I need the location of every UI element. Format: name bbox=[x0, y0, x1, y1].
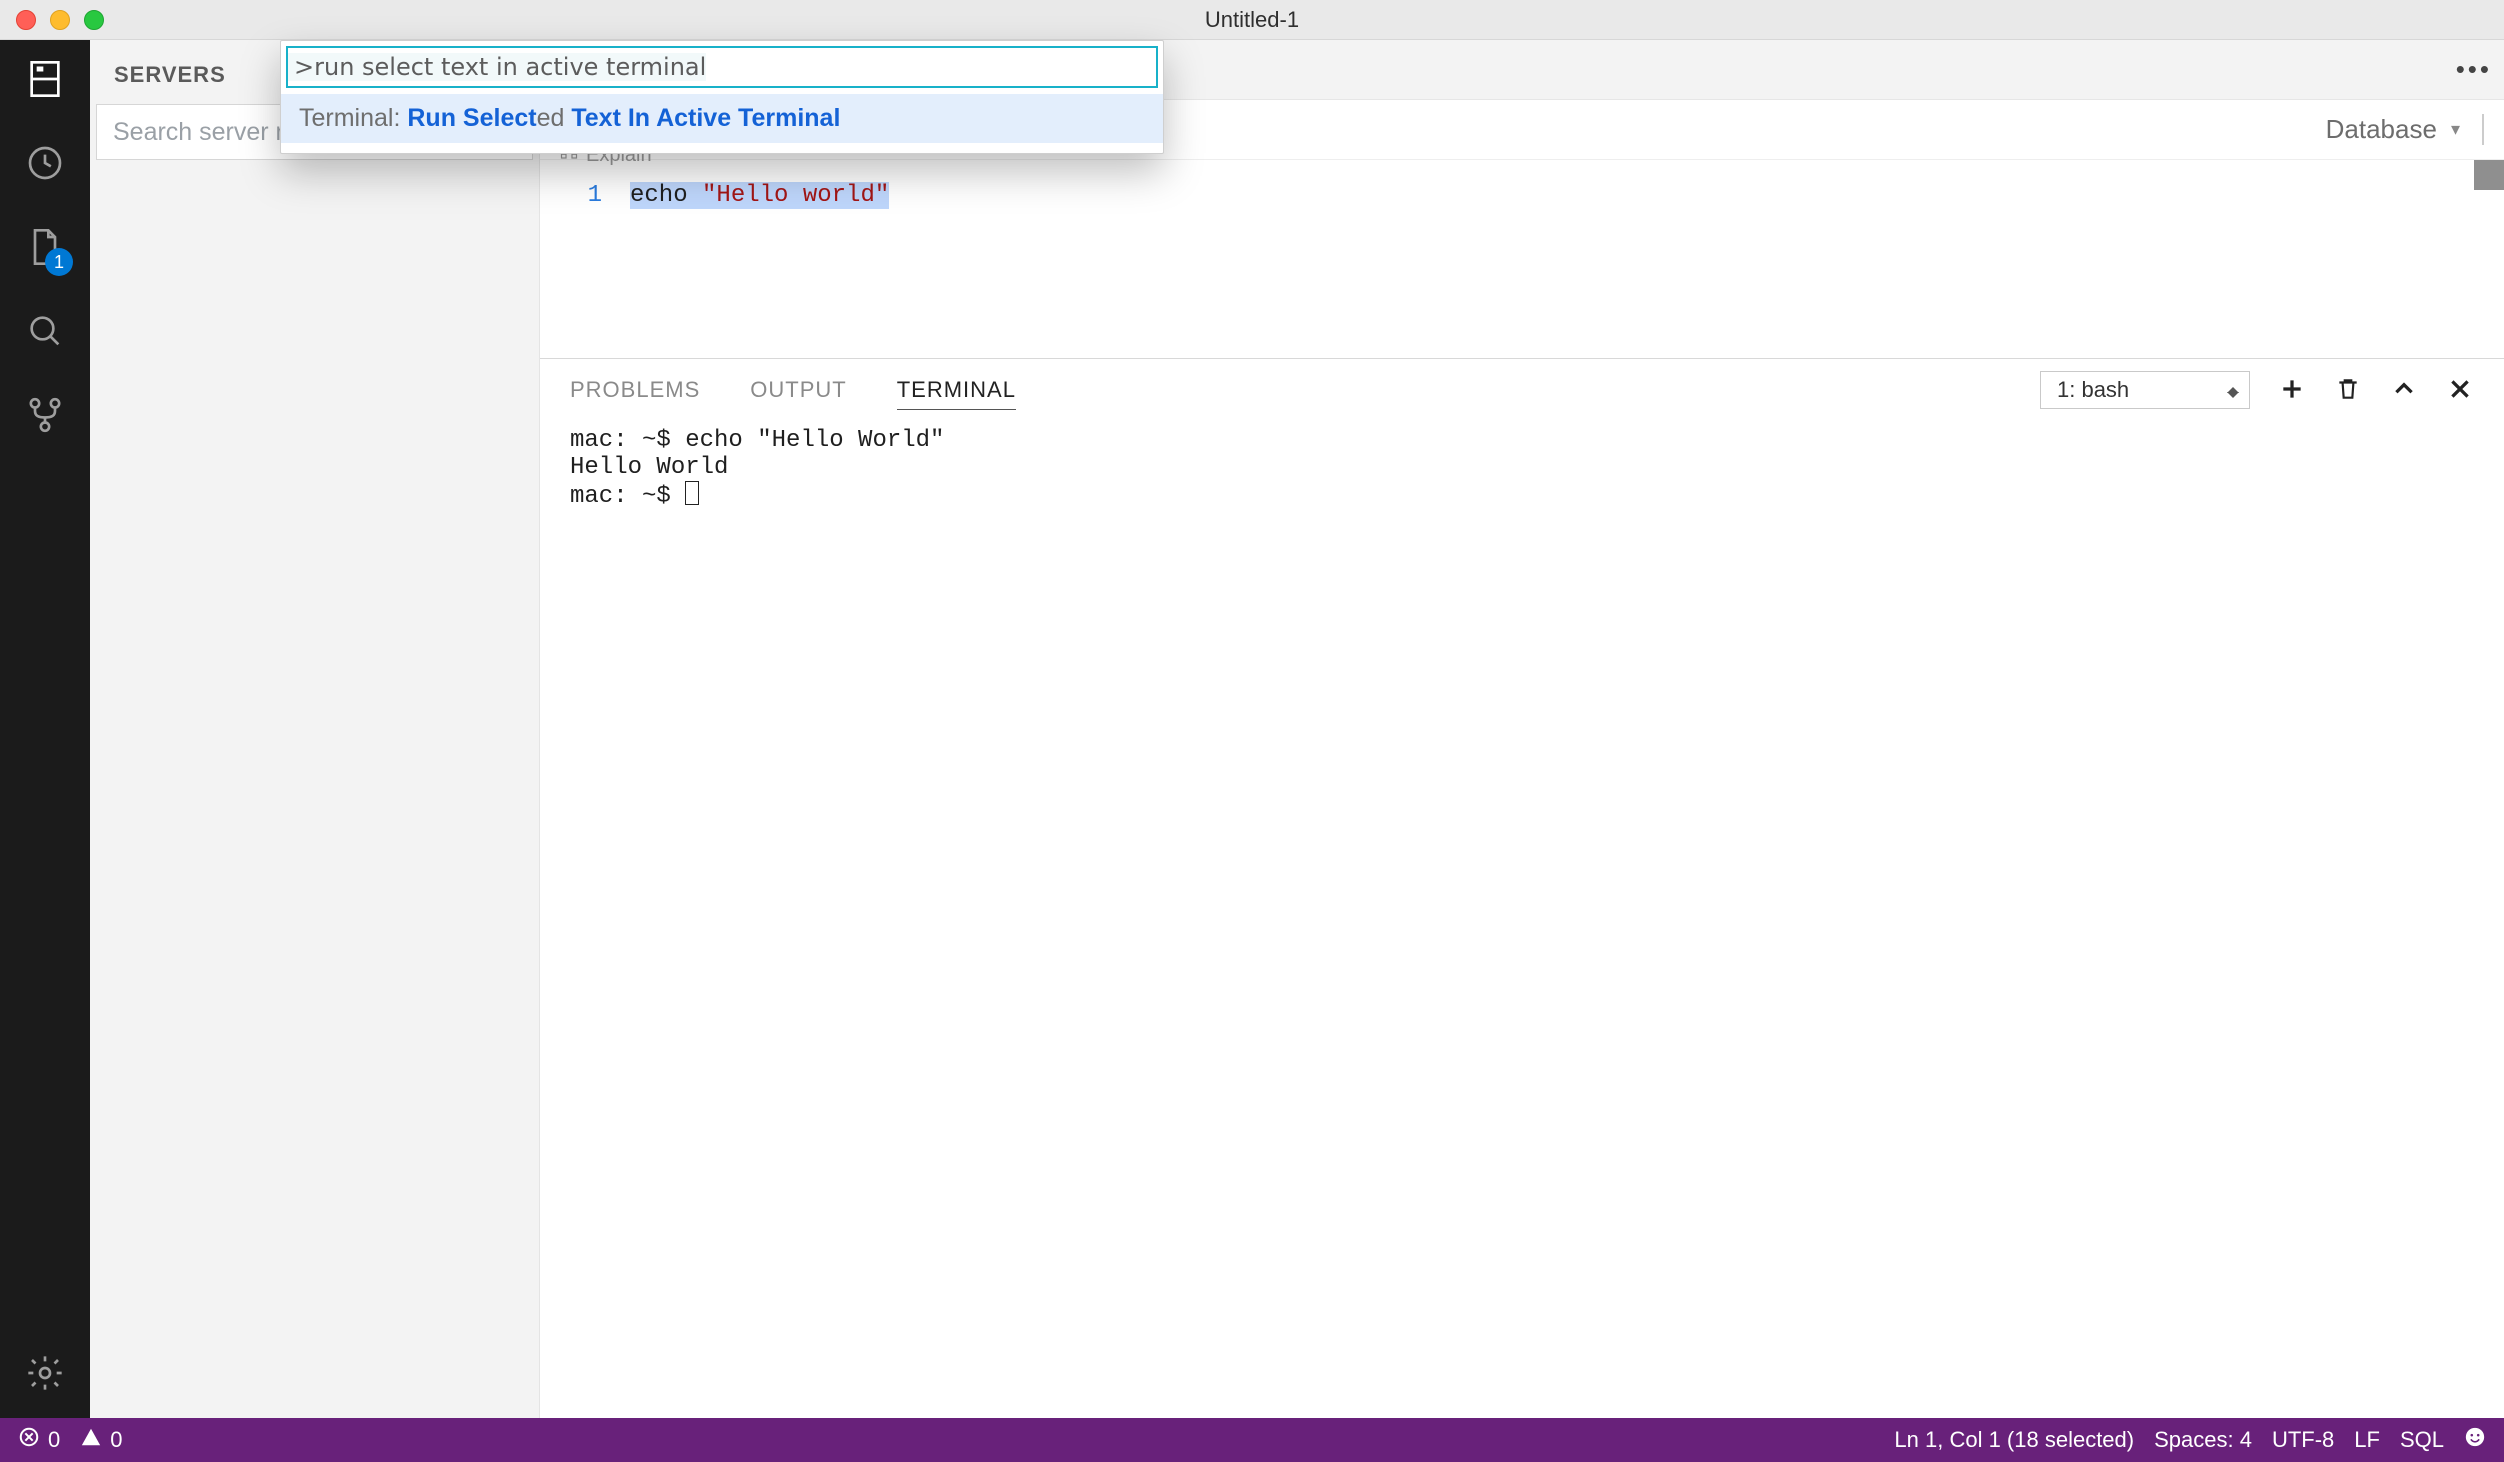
status-errors-count: 0 bbox=[48, 1427, 60, 1453]
minimap-viewport[interactable] bbox=[2474, 160, 2504, 190]
command-palette: >run select text in active terminal Term… bbox=[280, 40, 1164, 154]
gear-icon bbox=[25, 1353, 65, 1396]
code-body[interactable]: 1 echo "Hello world" bbox=[540, 160, 2504, 358]
server-icon bbox=[25, 59, 65, 102]
status-eol[interactable]: LF bbox=[2354, 1427, 2380, 1453]
command-palette-query: >run select text in active terminal bbox=[288, 53, 706, 81]
command-palette-item[interactable]: Terminal: Run Selected Text In Active Te… bbox=[281, 94, 1163, 143]
palette-item-prefix: Terminal: bbox=[299, 104, 407, 132]
code-text: echo "Hello world" bbox=[630, 182, 889, 209]
status-indent[interactable]: Spaces: 4 bbox=[2154, 1427, 2252, 1453]
error-icon bbox=[18, 1426, 40, 1454]
kill-terminal-button[interactable] bbox=[2334, 376, 2362, 404]
terminal-select[interactable]: 1: bash bbox=[2040, 371, 2250, 409]
close-panel-button[interactable] bbox=[2446, 376, 2474, 404]
terminal-output: mac: ~$ echo "Hello World" Hello World m… bbox=[570, 427, 944, 510]
terminal-select-label: 1: bash bbox=[2057, 377, 2129, 402]
terminal-actions: 1: bash bbox=[2040, 371, 2474, 409]
close-window-button[interactable] bbox=[16, 10, 36, 30]
command-palette-input[interactable]: >run select text in active terminal bbox=[286, 46, 1158, 88]
activity-history[interactable] bbox=[23, 142, 67, 186]
window-title: Untitled-1 bbox=[0, 7, 2504, 33]
status-language[interactable]: SQL bbox=[2400, 1427, 2444, 1453]
search-icon bbox=[25, 311, 65, 354]
main-row: 1 bbox=[0, 40, 2504, 1418]
activity-settings[interactable] bbox=[23, 1352, 67, 1396]
chevron-down-icon: ▾ bbox=[2451, 119, 2460, 140]
status-feedback[interactable] bbox=[2464, 1426, 2486, 1454]
tab-terminal[interactable]: TERMINAL bbox=[897, 371, 1016, 410]
title-bar: Untitled-1 bbox=[0, 0, 2504, 40]
lower-panel: PROBLEMS OUTPUT TERMINAL 1: bash bbox=[540, 358, 2504, 1418]
terminal-body[interactable]: mac: ~$ echo "Hello World" Hello World m… bbox=[540, 421, 2504, 1418]
clock-icon bbox=[25, 143, 65, 186]
database-picker[interactable]: Database ▾ bbox=[2326, 114, 2484, 145]
activity-bar: 1 bbox=[0, 40, 90, 1418]
code-line-1: 1 echo "Hello world" bbox=[540, 182, 2504, 209]
editor-area: ••• Database ▾ Explain 1 echo "Hello wor… bbox=[540, 40, 2504, 1418]
branch-icon bbox=[25, 395, 65, 438]
minimize-window-button[interactable] bbox=[50, 10, 70, 30]
status-warnings[interactable]: 0 bbox=[80, 1426, 122, 1454]
terminal-cursor bbox=[685, 481, 699, 505]
palette-item-mid: ed bbox=[537, 104, 572, 132]
activity-servers[interactable] bbox=[23, 58, 67, 102]
trash-icon bbox=[2335, 376, 2361, 405]
activity-search[interactable] bbox=[23, 310, 67, 354]
close-icon bbox=[2447, 376, 2473, 405]
activity-files[interactable]: 1 bbox=[23, 226, 67, 270]
tab-problems[interactable]: PROBLEMS bbox=[570, 371, 700, 409]
zoom-window-button[interactable] bbox=[84, 10, 104, 30]
editor-more-actions[interactable]: ••• bbox=[2456, 54, 2492, 85]
command-palette-results: Terminal: Run Selected Text In Active Te… bbox=[281, 88, 1163, 153]
status-selection[interactable]: Ln 1, Col 1 (18 selected) bbox=[1894, 1427, 2134, 1453]
activity-source-control[interactable] bbox=[23, 394, 67, 438]
tab-output[interactable]: OUTPUT bbox=[750, 371, 846, 409]
chevron-up-icon bbox=[2391, 376, 2417, 405]
plus-icon bbox=[2279, 376, 2305, 405]
line-number: 1 bbox=[540, 182, 630, 209]
maximize-panel-button[interactable] bbox=[2390, 376, 2418, 404]
palette-item-hl1: Run Select bbox=[407, 104, 536, 132]
smiley-icon bbox=[2464, 1426, 2486, 1454]
side-panel: SERVERS bbox=[90, 40, 540, 1418]
status-encoding[interactable]: UTF-8 bbox=[2272, 1427, 2334, 1453]
status-bar: 0 0 Ln 1, Col 1 (18 selected) Spaces: 4 … bbox=[0, 1418, 2504, 1462]
traffic-lights bbox=[0, 10, 104, 30]
warning-icon bbox=[80, 1426, 102, 1454]
file-badge: 1 bbox=[45, 248, 73, 276]
lower-panel-tabs: PROBLEMS OUTPUT TERMINAL 1: bash bbox=[540, 359, 2504, 421]
new-terminal-button[interactable] bbox=[2278, 376, 2306, 404]
database-picker-label: Database bbox=[2326, 114, 2437, 145]
status-warnings-count: 0 bbox=[110, 1427, 122, 1453]
palette-item-hl2: Text In Active Terminal bbox=[571, 104, 840, 132]
status-errors[interactable]: 0 bbox=[18, 1426, 60, 1454]
